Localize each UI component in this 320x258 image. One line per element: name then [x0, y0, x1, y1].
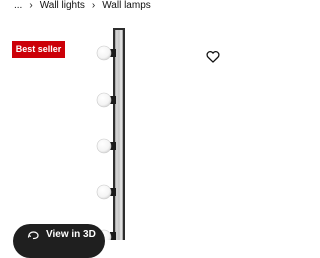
breadcrumb-item-wall-lights[interactable]: Wall lights — [40, 0, 85, 13]
product-image[interactable] — [95, 28, 135, 240]
favourite-button[interactable] — [203, 46, 223, 66]
chevron-right-icon: › — [29, 0, 33, 11]
heart-icon — [206, 50, 220, 63]
rotate-3d-icon — [26, 227, 40, 241]
breadcrumb-ellipsis[interactable]: ... — [14, 0, 22, 13]
lamp-mirror-strip — [115, 30, 123, 240]
breadcrumb-item-wall-lamps[interactable]: Wall lamps — [102, 0, 151, 13]
best-seller-badge: Best seller — [12, 41, 65, 58]
view-in-3d-label: View in 3D — [46, 228, 96, 240]
chevron-right-icon: › — [91, 0, 96, 11]
breadcrumb: ... › Wall lights › Wall lamps — [14, 0, 151, 13]
view-in-3d-button[interactable]: View in 3D — [13, 224, 105, 258]
